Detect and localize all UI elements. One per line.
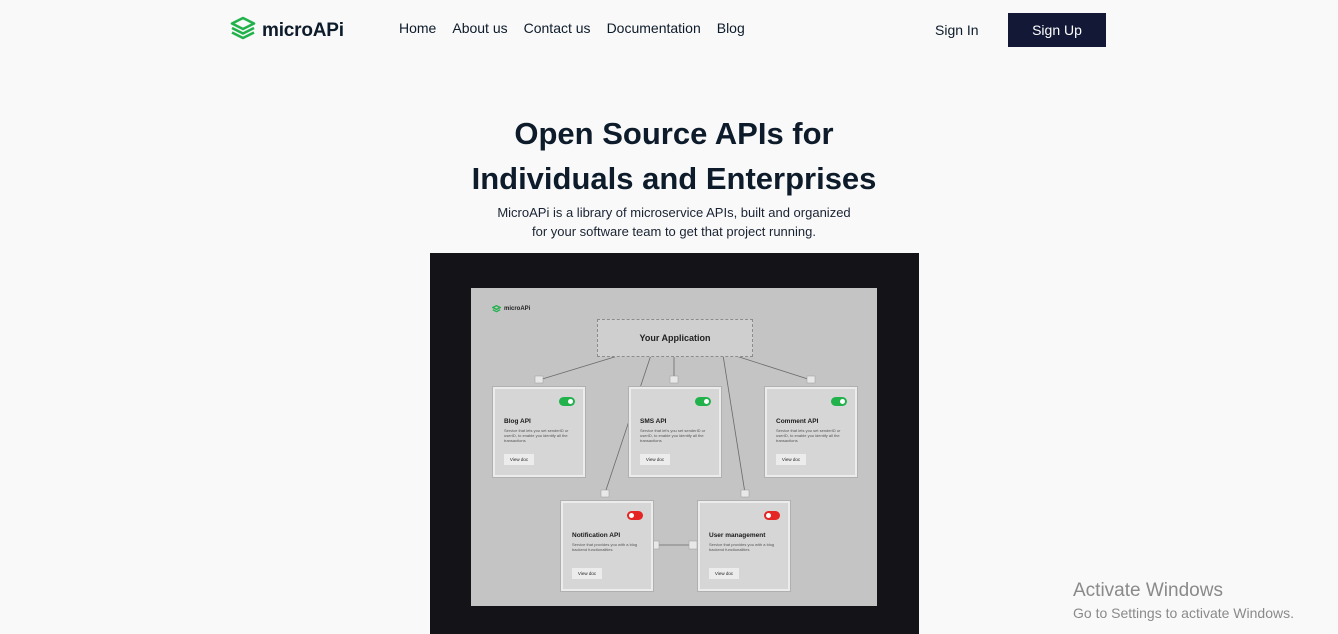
card-title: Notification API: [572, 532, 621, 539]
architecture-diagram: microAPi Your Application Blog API Servi…: [471, 288, 877, 606]
hero-subtitle-line-1: MicroAPi is a library of microservice AP…: [497, 205, 851, 220]
toggle-off-icon: [627, 511, 643, 520]
card-description: Service that provides you with a blog ba…: [709, 542, 775, 552]
toggle-on-icon: [559, 397, 575, 406]
view-doc-button: View doc: [640, 454, 670, 465]
nav-home[interactable]: Home: [399, 20, 436, 36]
nav-documentation[interactable]: Documentation: [607, 20, 701, 36]
layers-icon: [491, 300, 502, 318]
nav-about-us[interactable]: About us: [452, 20, 507, 36]
sign-up-button[interactable]: Sign Up: [1008, 13, 1106, 47]
card-user-management: User management Service that provides yo…: [698, 501, 790, 591]
toggle-on-icon: [695, 397, 711, 406]
card-title: User management: [709, 532, 766, 539]
layers-icon: [230, 16, 256, 45]
toggle-on-icon: [831, 397, 847, 406]
card-title: Comment API: [776, 418, 819, 425]
view-doc-button: View doc: [504, 454, 534, 465]
card-blog-api: Blog API Service that lets you set sende…: [493, 387, 585, 477]
hero-subtitle: MicroAPi is a library of microservice AP…: [0, 203, 1338, 241]
main-nav: Home About us Contact us Documentation B…: [399, 20, 745, 36]
your-application-label: Your Application: [639, 333, 711, 343]
hero-illustration: microAPi Your Application Blog API Servi…: [430, 253, 919, 634]
card-sms-api: SMS API Service that let's you set sende…: [629, 387, 721, 477]
brand-name: microAPi: [262, 19, 344, 41]
nav-blog[interactable]: Blog: [717, 20, 745, 36]
view-doc-button: View doc: [776, 454, 806, 465]
hero-subtitle-line-2: for your software team to get that proje…: [532, 224, 816, 239]
card-title: Blog API: [504, 418, 531, 425]
card-description: Service that lets you set senderID or us…: [776, 428, 841, 443]
card-description: Service that provides you with a blog ba…: [572, 542, 638, 552]
brand-logo[interactable]: microAPi: [230, 16, 344, 45]
your-application-box: Your Application: [597, 319, 753, 357]
view-doc-button: View doc: [572, 568, 602, 579]
card-title: SMS API: [640, 418, 667, 425]
landing-page: microAPi Home About us Contact us Docume…: [0, 0, 1338, 634]
card-comment-api: Comment API Service that lets you set se…: [765, 387, 857, 477]
hero-title-line-2: Individuals and Enterprises: [471, 161, 877, 196]
diagram-logo-text: microAPi: [504, 306, 531, 312]
sign-in-link[interactable]: Sign In: [935, 22, 979, 38]
hero-title: Open Source APIs for Individuals and Ent…: [0, 111, 1338, 201]
diagram-logo: microAPi: [491, 300, 531, 318]
card-description: Service that let's you set senderID or u…: [640, 428, 706, 443]
windows-activation-title: Activate Windows: [1073, 580, 1223, 601]
nav-contact-us[interactable]: Contact us: [524, 20, 591, 36]
toggle-off-icon: [764, 511, 780, 520]
windows-activation-subtitle: Go to Settings to activate Windows.: [1073, 605, 1294, 621]
card-notification-api: Notification API Service that provides y…: [561, 501, 653, 591]
card-description: Service that lets you set senderID or us…: [504, 428, 569, 443]
view-doc-button: View doc: [709, 568, 739, 579]
hero-title-line-1: Open Source APIs for: [514, 116, 834, 151]
